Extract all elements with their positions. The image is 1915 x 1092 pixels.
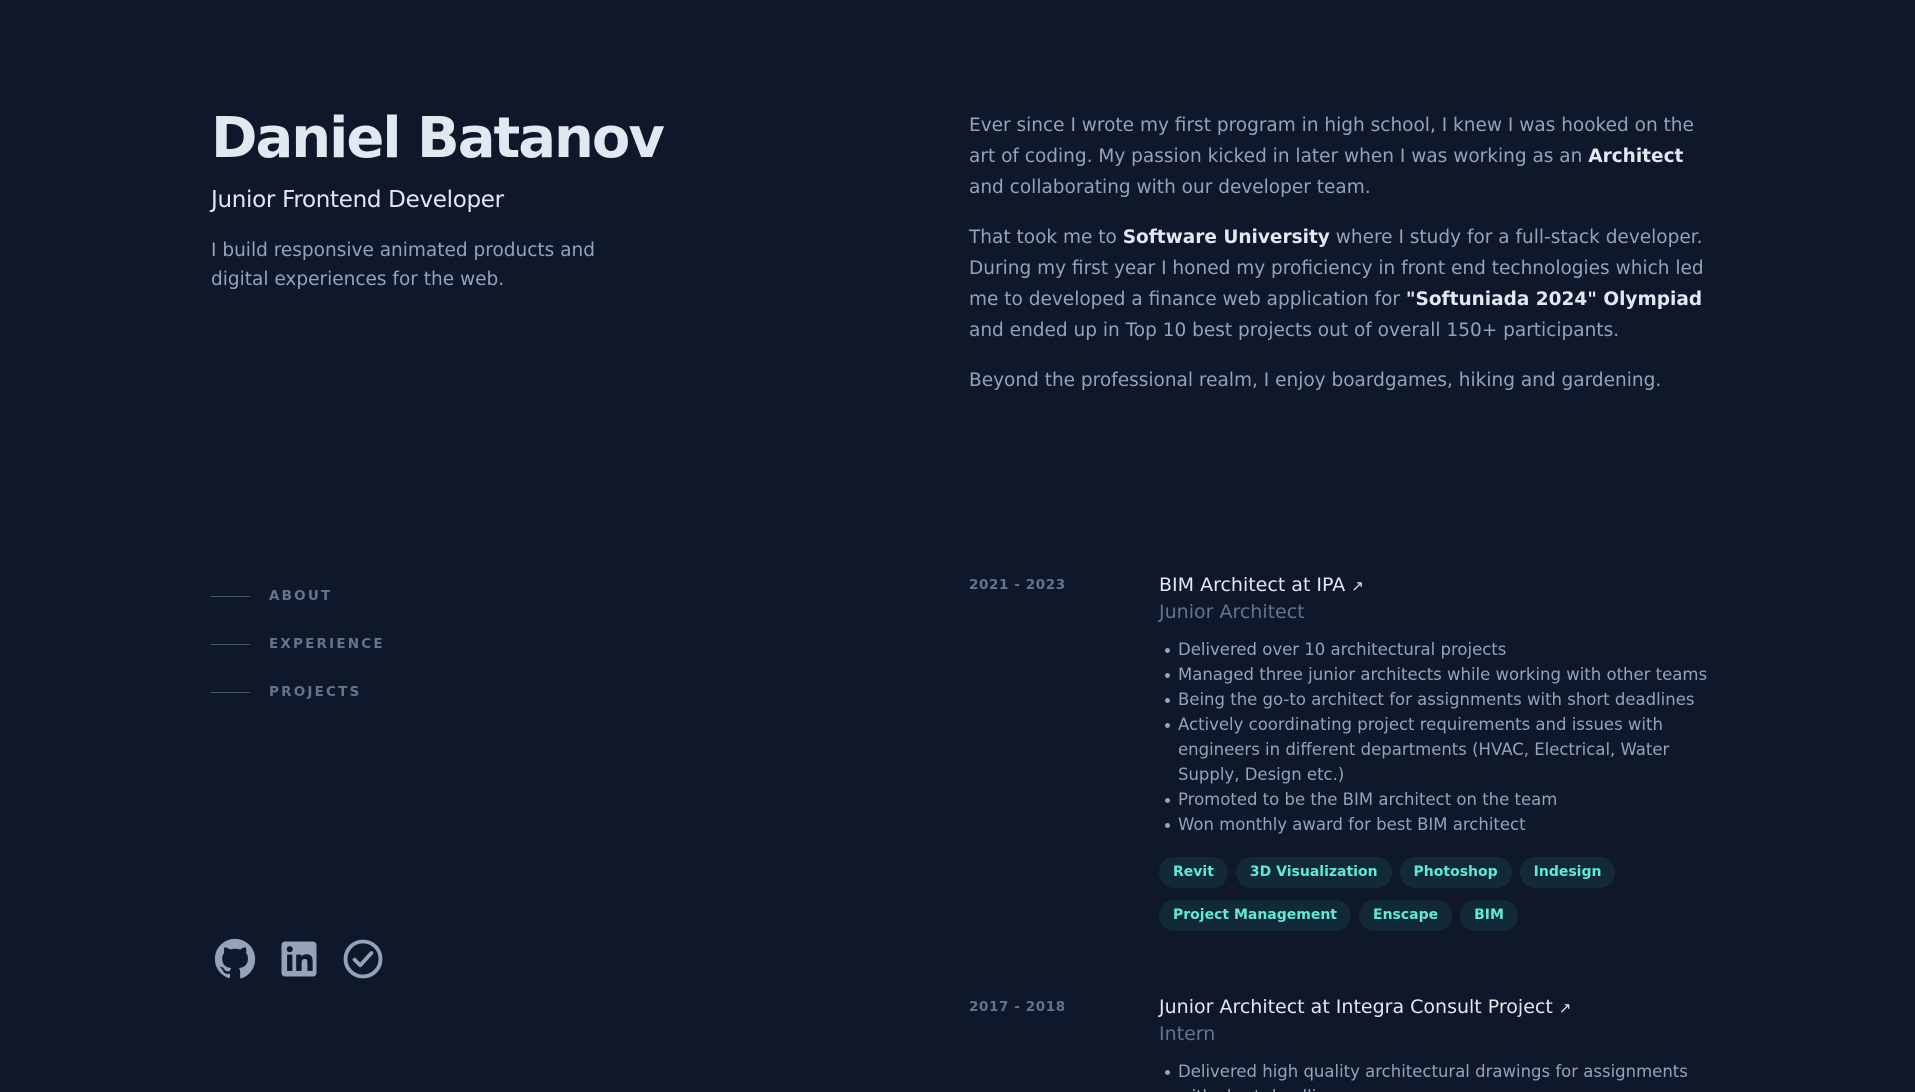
- skill-tag: Indesign: [1519, 857, 1616, 888]
- role-subtitle: Junior Frontend Developer: [211, 187, 504, 213]
- external-arrow-icon: ↗: [1351, 577, 1364, 595]
- name-heading: Daniel Batanov: [211, 106, 665, 171]
- job-body: Junior Architect at Integra Consult Proj…: [1159, 994, 1715, 1092]
- external-arrow-icon: ↗: [1558, 999, 1572, 1017]
- job-bullet: Actively coordinating project requiremen…: [1159, 712, 1715, 787]
- github-link[interactable]: [214, 938, 256, 980]
- about-text: That took me to: [969, 227, 1123, 248]
- skill-tag: Revit: [1159, 857, 1228, 888]
- about-highlight: Architect: [1588, 146, 1684, 167]
- nav-label: ABOUT: [269, 588, 333, 604]
- about-paragraph: Ever since I wrote my first program in h…: [969, 110, 1711, 203]
- job-bullets: Delivered high quality architectural dra…: [1159, 1059, 1715, 1092]
- job-position: Intern: [1159, 1023, 1216, 1045]
- job-date: 2021 - 2023: [969, 577, 1066, 593]
- nav-indicator-line: [211, 691, 250, 693]
- nav-label: PROJECTS: [269, 684, 362, 700]
- nav-label: EXPERIENCE: [269, 636, 385, 652]
- about-paragraph: That took me to Software University wher…: [969, 222, 1711, 346]
- job-bullet: Being the go-to architect for assignment…: [1159, 687, 1715, 712]
- skill-tag: Project Management: [1159, 900, 1351, 931]
- tagline: I build responsive animated products and…: [211, 240, 596, 290]
- job-bullets: Delivered over 10 architectural projects…: [1159, 637, 1715, 837]
- section-nav: ABOUT EXPERIENCE PROJECTS: [211, 572, 385, 716]
- portfolio-page: Daniel Batanov Junior Frontend Developer…: [0, 0, 1915, 1092]
- nav-item-about[interactable]: ABOUT: [211, 572, 385, 620]
- about-section: Ever since I wrote my first program in h…: [969, 110, 1711, 415]
- skill-tag: 3D Visualization: [1235, 857, 1392, 888]
- nav-item-projects[interactable]: PROJECTS: [211, 668, 385, 716]
- job-title-link[interactable]: Junior Architect at Integra Consult Proj…: [1159, 994, 1571, 1021]
- skill-tag: Photoshop: [1399, 857, 1512, 888]
- job-date: 2017 - 2018: [969, 999, 1066, 1015]
- nav-indicator-line: [211, 595, 250, 597]
- linkedin-icon: [281, 941, 317, 977]
- job-bullet: Delivered high quality architectural dra…: [1159, 1059, 1715, 1092]
- about-highlight: Software University: [1122, 227, 1330, 248]
- job-bullet: Won monthly award for best BIM architect: [1159, 812, 1715, 837]
- portfolio-check-link[interactable]: [342, 938, 384, 980]
- job-bullet: Managed three junior architects while wo…: [1159, 662, 1715, 687]
- skill-tag: Enscape: [1359, 900, 1453, 931]
- skill-tags: Revit 3D Visualization Photoshop Indesig…: [1159, 857, 1715, 931]
- job-body: BIM Architect at IPA ↗ Junior Architect D…: [1159, 572, 1715, 931]
- job-title-link[interactable]: BIM Architect at IPA ↗: [1159, 572, 1364, 599]
- about-text: and ended up in Top 10 best projects out…: [969, 320, 1620, 341]
- about-highlight: "Softuniada 2024" Olympiad: [1405, 289, 1703, 310]
- about-text: Ever since I wrote my first program in h…: [969, 115, 1694, 167]
- job-title: BIM Architect at IPA: [1159, 574, 1346, 596]
- linkedin-link[interactable]: [278, 938, 320, 980]
- about-paragraph: Beyond the professional realm, I enjoy b…: [969, 370, 1662, 391]
- job-bullet: Promoted to be the BIM architect on the …: [1159, 787, 1715, 812]
- social-links: [214, 938, 384, 980]
- nav-item-experience[interactable]: EXPERIENCE: [211, 620, 385, 668]
- job-title: Junior Architect at Integra Consult Proj…: [1159, 996, 1553, 1018]
- job-bullet: Delivered over 10 architectural projects: [1159, 637, 1715, 662]
- checkmark-circle-icon: [343, 939, 383, 979]
- job-position: Junior Architect: [1159, 601, 1305, 623]
- github-icon: [214, 938, 256, 979]
- about-text: and collaborating with our developer tea…: [969, 177, 1371, 198]
- skill-tag: BIM: [1460, 900, 1518, 931]
- nav-indicator-line: [211, 643, 250, 645]
